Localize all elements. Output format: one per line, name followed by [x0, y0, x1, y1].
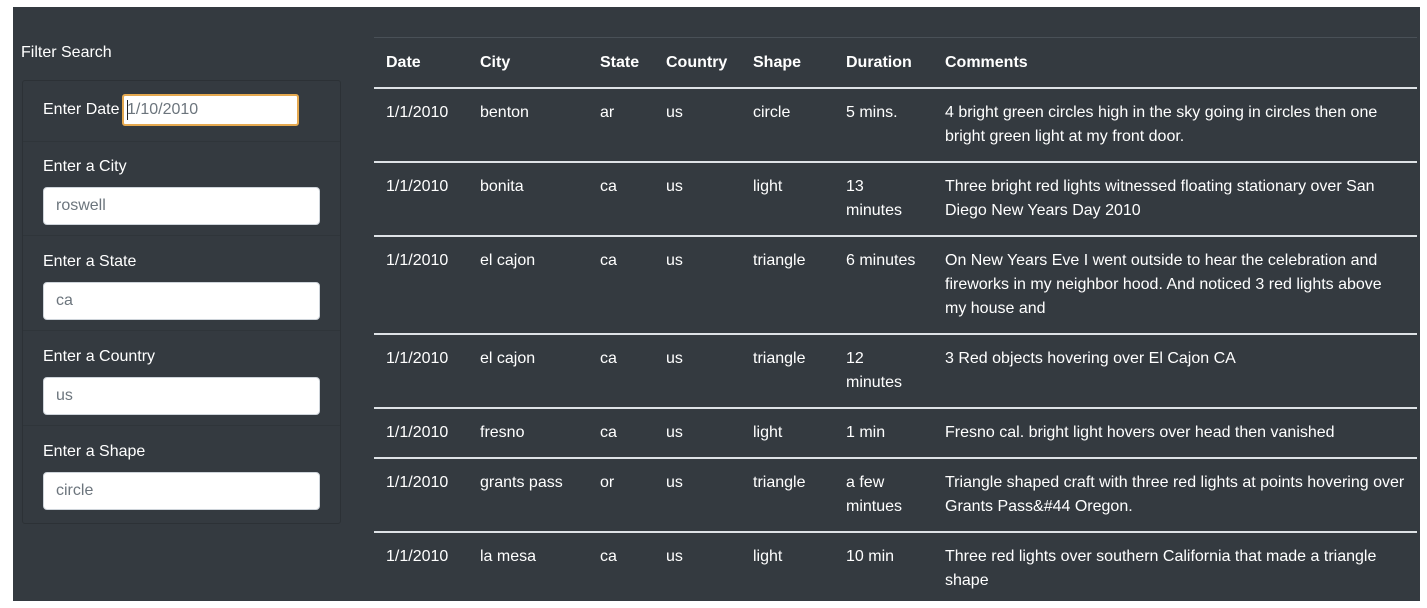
cell-shape: triangle [741, 334, 834, 409]
city-label: Enter a City [43, 158, 127, 175]
table-row: 1/1/2010 bonita ca us light 13 minutes T… [374, 162, 1417, 237]
cell-duration: 10 min [834, 532, 933, 601]
state-label: Enter a State [43, 253, 137, 270]
cell-country: us [654, 458, 741, 533]
cell-date: 1/1/2010 [374, 334, 468, 409]
cell-date: 1/1/2010 [374, 458, 468, 533]
cell-state: ca [588, 334, 654, 409]
column-header-comments: Comments [933, 37, 1417, 89]
column-header-country: Country [654, 37, 741, 89]
column-header-state: State [588, 37, 654, 89]
cell-city: el cajon [468, 334, 588, 409]
cell-state: ca [588, 532, 654, 601]
cell-shape: triangle [741, 458, 834, 533]
table-header-row: Date City State Country Shape Duration C… [374, 37, 1417, 89]
cell-state: ca [588, 236, 654, 335]
filter-item-date: Enter Date [23, 81, 340, 142]
filter-item-state: Enter a State [23, 236, 340, 331]
date-input[interactable] [122, 94, 299, 126]
cell-comments: Fresno cal. bright light hovers over hea… [933, 408, 1417, 459]
filter-sidebar: Filter Search Enter Date Enter a City En… [13, 7, 353, 601]
shape-input[interactable] [43, 472, 320, 510]
column-header-city: City [468, 37, 588, 89]
cell-state: ca [588, 162, 654, 237]
cell-comments: 3 Red objects hovering over El Cajon CA [933, 334, 1417, 409]
column-header-duration: Duration [834, 37, 933, 89]
cell-date: 1/1/2010 [374, 162, 468, 237]
cell-state: ar [588, 88, 654, 163]
cell-shape: light [741, 408, 834, 459]
cell-comments: On New Years Eve I went outside to hear … [933, 236, 1417, 335]
text-caret [127, 100, 128, 120]
cell-country: us [654, 162, 741, 237]
date-label: Enter Date [43, 101, 120, 118]
table-row: 1/1/2010 el cajon ca us triangle 12 minu… [374, 334, 1417, 409]
cell-duration: 5 mins. [834, 88, 933, 163]
column-header-shape: Shape [741, 37, 834, 89]
table-row: 1/1/2010 la mesa ca us light 10 min Thre… [374, 532, 1417, 601]
cell-city: benton [468, 88, 588, 163]
cell-city: grants pass [468, 458, 588, 533]
shape-label: Enter a Shape [43, 443, 146, 460]
cell-state: ca [588, 408, 654, 459]
cell-country: us [654, 236, 741, 335]
cell-comments: Three bright red lights witnessed floati… [933, 162, 1417, 237]
cell-shape: light [741, 162, 834, 237]
filter-item-country: Enter a Country [23, 331, 340, 426]
cell-duration: a few mintues [834, 458, 933, 533]
cell-city: la mesa [468, 532, 588, 601]
results-table-container: Date City State Country Shape Duration C… [374, 37, 1420, 601]
cell-duration: 13 minutes [834, 162, 933, 237]
cell-duration: 6 minutes [834, 236, 933, 335]
cell-city: el cajon [468, 236, 588, 335]
cell-state: or [588, 458, 654, 533]
cell-shape: circle [741, 88, 834, 163]
table-row: 1/1/2010 grants pass or us triangle a fe… [374, 458, 1417, 533]
cell-city: fresno [468, 408, 588, 459]
cell-city: bonita [468, 162, 588, 237]
column-header-date: Date [374, 37, 468, 89]
cell-date: 1/1/2010 [374, 408, 468, 459]
cell-date: 1/1/2010 [374, 88, 468, 163]
app-frame: Filter Search Enter Date Enter a City En… [13, 7, 1420, 601]
cell-comments: Three red lights over southern Californi… [933, 532, 1417, 601]
cell-country: us [654, 334, 741, 409]
cell-date: 1/1/2010 [374, 236, 468, 335]
city-input[interactable] [43, 187, 320, 225]
cell-comments: Triangle shaped craft with three red lig… [933, 458, 1417, 533]
cell-country: us [654, 532, 741, 601]
table-row: 1/1/2010 el cajon ca us triangle 6 minut… [374, 236, 1417, 335]
filter-list: Enter Date Enter a City Enter a State En… [22, 80, 341, 524]
country-input[interactable] [43, 377, 320, 415]
filter-title: Filter Search [21, 44, 112, 61]
cell-comments: 4 bright green circles high in the sky g… [933, 88, 1417, 163]
table-row: 1/1/2010 benton ar us circle 5 mins. 4 b… [374, 88, 1417, 163]
ufo-sightings-table: Date City State Country Shape Duration C… [374, 37, 1417, 601]
cell-shape: triangle [741, 236, 834, 335]
cell-date: 1/1/2010 [374, 532, 468, 601]
cell-shape: light [741, 532, 834, 601]
filter-item-city: Enter a City [23, 142, 340, 236]
table-row: 1/1/2010 fresno ca us light 1 min Fresno… [374, 408, 1417, 459]
state-input[interactable] [43, 282, 320, 320]
country-label: Enter a Country [43, 348, 156, 365]
cell-duration: 12 minutes [834, 334, 933, 409]
cell-country: us [654, 88, 741, 163]
cell-country: us [654, 408, 741, 459]
cell-duration: 1 min [834, 408, 933, 459]
filter-item-shape: Enter a Shape [23, 426, 340, 522]
